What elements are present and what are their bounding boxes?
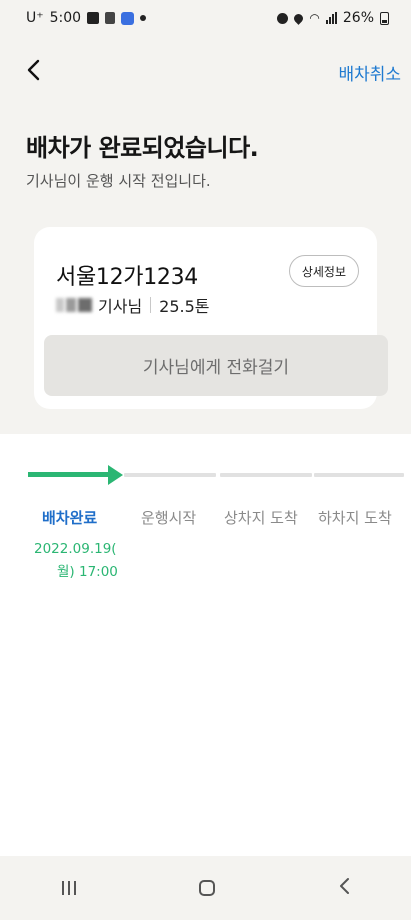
app-notification-icon xyxy=(105,12,116,24)
status-bar: U⁺ 5:00 ◠ 26% xyxy=(0,0,411,36)
progress-arrow-icon xyxy=(108,465,123,485)
progress-tracker xyxy=(28,465,404,485)
progress-segment-3 xyxy=(220,473,312,477)
back-button[interactable] xyxy=(26,58,40,86)
status-right: ◠ 26% xyxy=(277,10,389,26)
dispatch-date-line1: 2022.09.19( xyxy=(34,541,117,557)
driver-card: 서울12가1234 상세정보 기사님 25.5톤 기사님에게 전화걸기 xyxy=(34,227,388,409)
signal-icon xyxy=(325,12,337,24)
redacted-driver-name xyxy=(56,298,92,312)
system-back-button[interactable] xyxy=(338,876,350,901)
page-title: 배차가 완료되었습니다. xyxy=(26,134,259,162)
carrier-label: U⁺ xyxy=(26,10,44,26)
page-subtitle: 기사님이 운행 시작 전입니다. xyxy=(26,172,211,190)
truck-tonnage: 25.5톤 xyxy=(159,297,210,316)
driver-suffix: 기사님 xyxy=(98,297,143,316)
clock: 5:00 xyxy=(49,10,82,26)
gallery-notification-icon xyxy=(87,12,100,24)
system-nav-bar xyxy=(0,856,411,920)
call-driver-button[interactable]: 기사님에게 전화걸기 xyxy=(44,335,388,396)
chevron-left-icon xyxy=(339,877,349,894)
alarm-icon xyxy=(277,12,289,24)
cancel-dispatch-button[interactable]: 배차취소 xyxy=(338,60,401,85)
license-plate: 서울12가1234 xyxy=(56,265,199,290)
recents-button[interactable] xyxy=(61,881,76,895)
wifi-icon: ◠ xyxy=(309,11,320,25)
progress-segment-2 xyxy=(124,473,216,477)
messenger-notification-icon xyxy=(121,11,135,25)
detail-info-button[interactable]: 상세정보 xyxy=(288,255,359,287)
location-icon xyxy=(292,11,306,25)
dispatch-timestamp: 2022.09.19( 월) 17:00 xyxy=(34,538,118,584)
step-arrived-loading: 상차지 도착 xyxy=(224,509,298,527)
step-arrived-unloading: 하차지 도착 xyxy=(318,509,392,527)
status-left: U⁺ 5:00 xyxy=(26,10,147,26)
info-divider xyxy=(150,297,152,313)
chevron-left-icon xyxy=(27,59,40,81)
step-departed: 운행시작 xyxy=(141,509,197,527)
battery-icon xyxy=(380,11,389,25)
more-notifications-icon xyxy=(140,15,147,21)
step-dispatched: 배차완료 xyxy=(42,509,98,527)
driver-info: 기사님 25.5톤 xyxy=(56,293,210,317)
battery-percent: 26% xyxy=(342,10,374,26)
progress-section: 배차완료 운행시작 상차지 도착 하차지 도착 2022.09.19( 월) 1… xyxy=(0,434,411,856)
progress-segment-4 xyxy=(314,473,404,477)
top-bar: 배차취소 xyxy=(0,50,411,94)
home-button[interactable] xyxy=(198,880,215,896)
progress-fill xyxy=(28,472,112,477)
dispatch-date-line2: 월) 17:00 xyxy=(57,564,118,580)
